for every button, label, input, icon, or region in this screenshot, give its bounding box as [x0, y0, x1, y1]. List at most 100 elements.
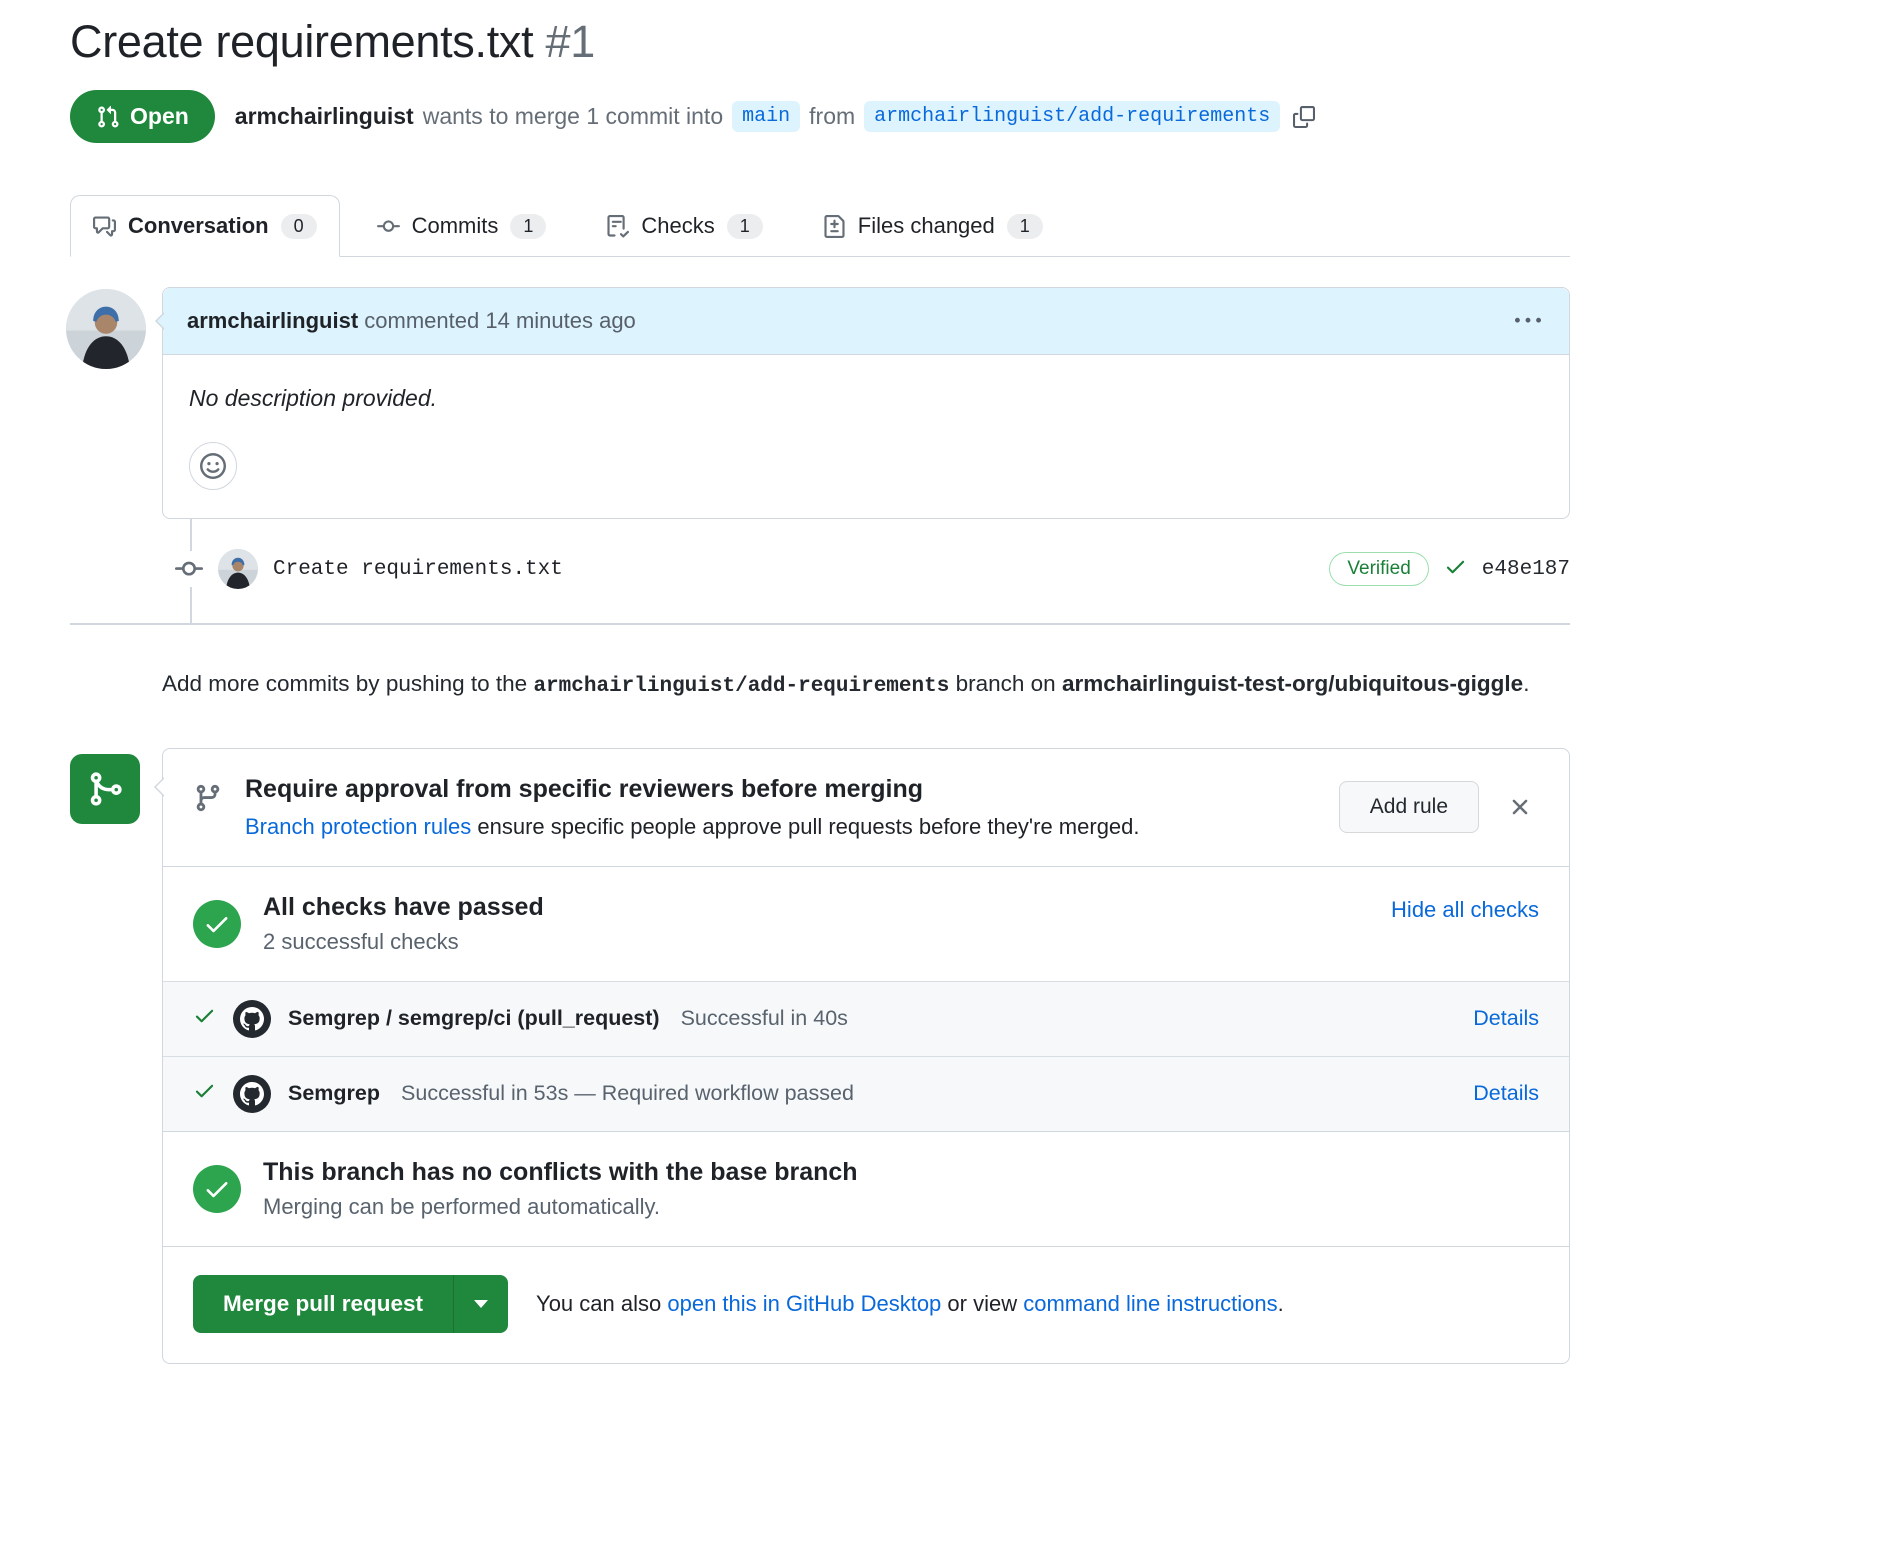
merge-split-button: Merge pull request — [193, 1275, 508, 1333]
head-branch-label[interactable]: armchairlinguist/add-requirements — [864, 101, 1280, 132]
comment-menu-button[interactable] — [1511, 304, 1545, 338]
pr-number: #1 — [546, 16, 595, 67]
checks-passed-title: All checks have passed — [263, 893, 1369, 922]
tab-files-changed-label: Files changed — [858, 213, 995, 239]
dismiss-protection-button[interactable] — [1501, 788, 1539, 826]
merge-options-button[interactable] — [453, 1275, 508, 1333]
file-diff-icon — [823, 215, 846, 238]
comment-timestamp[interactable]: 14 minutes ago — [485, 308, 635, 333]
tab-commits-count: 1 — [510, 214, 546, 239]
commit-message-link[interactable]: Create requirements.txt — [273, 558, 563, 581]
github-actions-avatar — [233, 1000, 271, 1038]
close-icon — [1507, 794, 1533, 820]
command-line-instructions-link[interactable]: command line instructions — [1023, 1291, 1277, 1316]
no-conflicts-title: This branch has no conflicts with the ba… — [263, 1158, 1539, 1187]
comment-header: armchairlinguist commented 14 minutes ag… — [163, 288, 1569, 355]
comment-text: No description provided. — [189, 385, 1543, 412]
checklist-icon — [606, 215, 629, 238]
check-status: Successful in 53s — Required workflow pa… — [401, 1081, 854, 1106]
avatar-image — [66, 289, 146, 369]
comment-box: armchairlinguist commented 14 minutes ag… — [162, 287, 1570, 519]
copy-branch-button[interactable] — [1291, 104, 1317, 130]
comment-author[interactable]: armchairlinguist — [187, 308, 358, 333]
github-mark-icon — [240, 1082, 264, 1106]
commit-meta: Verified e48e187 — [1329, 552, 1570, 586]
check-row-semgrep: Semgrep Successful in 53s — Required wor… — [163, 1056, 1569, 1131]
tab-commits[interactable]: Commits 1 — [354, 195, 570, 256]
tab-files-changed-count: 1 — [1007, 214, 1043, 239]
check-success-icon — [193, 1004, 216, 1033]
tab-checks-count: 1 — [727, 214, 763, 239]
comment-action: commented — [364, 308, 479, 333]
pr-author-link[interactable]: armchairlinguist — [235, 103, 414, 130]
merge-action-section: Merge pull request You can also open thi… — [163, 1246, 1569, 1363]
pr-title-text: Create requirements.txt — [70, 16, 533, 67]
checks-summary-text: All checks have passed 2 successful chec… — [263, 893, 1369, 955]
tab-conversation-label: Conversation — [128, 213, 269, 239]
timeline-divider — [70, 623, 1570, 625]
comment-discussion-icon — [93, 215, 116, 238]
check-success-icon — [193, 1079, 216, 1108]
github-desktop-link[interactable]: open this in GitHub Desktop — [667, 1291, 941, 1316]
no-conflicts-icon — [193, 1165, 241, 1213]
copy-icon — [1293, 106, 1315, 128]
merge-also-prefix: You can also — [536, 1291, 661, 1316]
pr-status-badge: Open — [70, 90, 215, 143]
commit-row: Create requirements.txt Verified e48e187 — [162, 549, 1570, 589]
pr-status-label: Open — [130, 103, 189, 130]
check-name: Semgrep / semgrep/ci (pull_request) — [288, 1006, 660, 1031]
tab-checks[interactable]: Checks 1 — [583, 195, 785, 256]
branch-protection-description-text: ensure specific people approve pull requ… — [477, 814, 1139, 839]
merge-pull-request-button[interactable]: Merge pull request — [193, 1275, 453, 1333]
branch-protection-rules-link[interactable]: Branch protection rules — [245, 814, 471, 839]
commit-check-icon — [1444, 555, 1467, 583]
git-branch-icon — [193, 783, 223, 818]
git-commit-icon — [377, 215, 400, 238]
check-details-link[interactable]: Details — [1473, 1006, 1539, 1031]
hide-all-checks-link[interactable]: Hide all checks — [1391, 897, 1539, 923]
check-status: Successful in 40s — [681, 1006, 848, 1031]
smiley-icon — [200, 453, 226, 479]
pr-action-text: wants to merge 1 commit into — [423, 103, 723, 130]
merge-box: Require approval from specific reviewers… — [162, 748, 1570, 1364]
pr-from-text: from — [809, 103, 855, 130]
checks-summary-section: All checks have passed 2 successful chec… — [163, 867, 1569, 981]
checks-passed-subtitle: 2 successful checks — [263, 929, 1369, 955]
no-conflicts-section: This branch has no conflicts with the ba… — [163, 1131, 1569, 1246]
comment-header-text: armchairlinguist commented 14 minutes ag… — [187, 308, 636, 334]
tab-conversation[interactable]: Conversation 0 — [70, 195, 340, 257]
github-mark-icon — [240, 1007, 264, 1031]
merge-area: Require approval from specific reviewers… — [70, 748, 1570, 1364]
commit-sha-link[interactable]: e48e187 — [1482, 558, 1570, 581]
add-rule-button[interactable]: Add rule — [1339, 781, 1479, 833]
git-pull-request-icon — [96, 105, 120, 129]
branch-protection-description: Branch protection rules ensure specific … — [245, 814, 1317, 840]
no-conflicts-subtitle: Merging can be performed automatically. — [263, 1194, 1539, 1220]
avatar[interactable] — [66, 289, 146, 369]
merge-alternatives-text: You can also open this in GitHub Desktop… — [536, 1291, 1284, 1317]
check-row-semgrep-ci: Semgrep / semgrep/ci (pull_request) Succ… — [163, 981, 1569, 1056]
chevron-down-icon — [474, 1300, 488, 1308]
verified-badge[interactable]: Verified — [1329, 552, 1428, 586]
git-merge-badge-icon — [70, 754, 140, 824]
branch-protection-section: Require approval from specific reviewers… — [163, 749, 1569, 867]
pull-request-page: Create requirements.txt #1 Open armchair… — [0, 0, 1894, 1568]
push-note-branch: armchairlinguist/add-requirements — [533, 675, 949, 698]
pr-tabs: Conversation 0 Commits 1 Checks 1 Files … — [70, 195, 1570, 257]
tab-commits-label: Commits — [412, 213, 499, 239]
checks-passed-icon — [193, 900, 241, 948]
add-reaction-button[interactable] — [189, 442, 237, 490]
branch-protection-text: Require approval from specific reviewers… — [245, 775, 1317, 840]
avatar-image — [218, 549, 258, 589]
timeline: armchairlinguist commented 14 minutes ag… — [70, 287, 1570, 623]
tab-files-changed[interactable]: Files changed 1 — [800, 195, 1066, 256]
base-branch-label[interactable]: main — [732, 101, 800, 132]
page-title: Create requirements.txt #1 — [70, 16, 1570, 68]
commit-author-avatar[interactable] — [218, 549, 258, 589]
check-details-link[interactable]: Details — [1473, 1081, 1539, 1106]
github-actions-avatar — [233, 1075, 271, 1113]
merge-or-text: or view — [947, 1291, 1017, 1316]
push-note-suffix: . — [1523, 671, 1529, 696]
push-note-prefix: Add more commits by pushing to the — [162, 671, 527, 696]
tab-checks-label: Checks — [641, 213, 714, 239]
